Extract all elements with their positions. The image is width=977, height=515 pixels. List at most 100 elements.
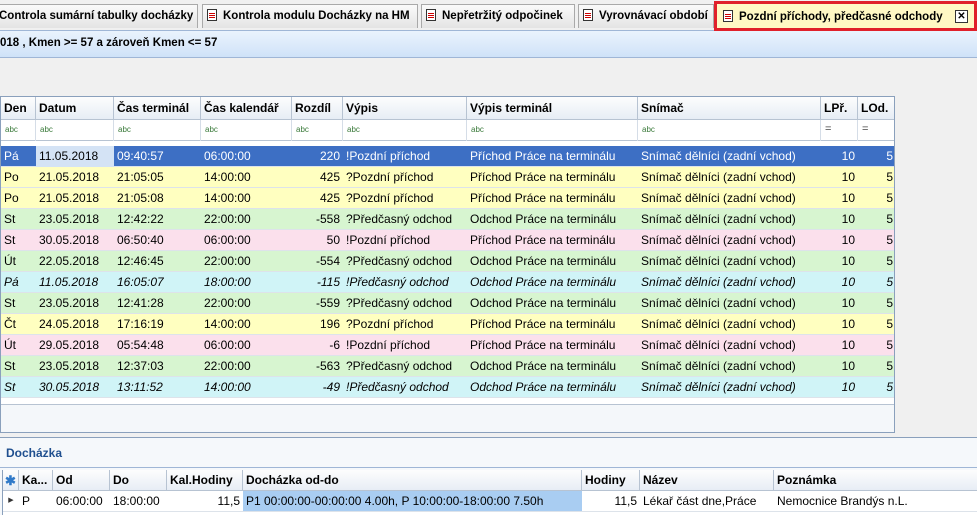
filter-cell-rozdil[interactable]: abc [292,120,343,141]
cell-vypis: ?Předčasný odchod [346,212,453,226]
cell-vypis: !Předčasný odchod [346,275,449,289]
filter-cell-vypis-terminal[interactable]: abc [467,120,638,141]
tab-label: Vyrovnávací období [599,10,708,22]
filter-cell-snimac[interactable]: abc [638,120,821,141]
table-row[interactable]: Pá 11.05.2018 09:40:57 06:00:00 220 !Pozdní p… [1,146,894,167]
cell-od: 06:00:00 [56,494,103,508]
cell-rozdil: -563 [315,359,340,373]
cell-rozdil: -49 [322,380,340,394]
table-row[interactable]: Po 21.05.2018 21:05:05 14:00:00 425 ?Pozdní p… [1,167,894,188]
cell-rozdil: 425 [319,170,340,184]
tab-label: Controla sumární tabulky docházky [0,10,194,22]
cell-vypis: ?Pozdní příchod [346,317,434,331]
table-row[interactable]: Út 22.05.2018 12:46:45 22:00:00 -554 ?Předčas… [1,251,894,272]
cell-vypis-terminal: Odchod Práce na terminálu [470,254,617,268]
cell-cas-terminal: 21:05:08 [117,191,164,205]
cell-vypis-terminal: Příchod Práce na terminálu [470,149,616,163]
dochazka-grid: ✱ Ka... Od Do Kal.Hodiny Docházka od-do … [2,470,977,515]
column-header-poznamka[interactable]: Poznámka [774,470,977,491]
cell-lod: 5 [886,296,893,310]
column-header-lod[interactable]: LOd. [858,97,894,120]
cell-vypis: ?Pozdní příchod [346,191,434,205]
cell-lpr: 10 [841,359,855,373]
cell-rozdil: 220 [319,149,340,163]
cell-rozdil: -559 [315,296,340,310]
cell-vypis: ?Předčasný odchod [346,296,453,310]
cell-den: St [4,380,16,394]
cell-snimac: Snímač dělníci (zadní vchod) [641,254,796,268]
filter-cell-datum[interactable]: abc [36,120,114,141]
table-row[interactable]: Pá 11.05.2018 16:05:07 18:00:00 -115 !Předčas… [1,272,894,293]
cell-cas-kalendar: 06:00:00 [204,149,251,163]
cell-vypis: !Pozdní příchod [346,338,431,352]
tab-nepretrzity-odpocinek[interactable]: Nepřetržitý odpočinek [421,4,575,28]
table-row[interactable]: Čt 24.05.2018 17:16:19 14:00:00 196 ?Pozdní p… [1,314,894,335]
column-header-kal-hodiny[interactable]: Kal.Hodiny [167,470,243,491]
document-icon [426,9,436,21]
cell-lpr: 10 [841,254,855,268]
filter-cell-den[interactable]: abc [1,120,36,141]
cell-den: Út [4,338,16,352]
column-header-cas-kalendar[interactable]: Čas kalendář [201,97,292,120]
cell-rozdil: -554 [315,254,340,268]
column-header-od[interactable]: Od [53,470,110,491]
cell-rozdil: 196 [319,317,340,331]
cell-rozdil: 425 [319,191,340,205]
cell-cas-terminal: 09:40:57 [117,149,164,163]
column-header-lpr[interactable]: LPř. [821,97,858,120]
table-row[interactable]: Po 21.05.2018 21:05:08 14:00:00 425 ?Pozdní p… [1,188,894,209]
cell-vypis: ?Předčasný odchod [346,359,453,373]
tab-controla-sumarni[interactable]: Controla sumární tabulky docházky [0,4,198,28]
table-row[interactable]: St 23.05.2018 12:41:28 22:00:00 -559 ?Předčas… [1,293,894,314]
document-icon [583,9,593,21]
column-header-snimac[interactable]: Snímač [638,97,821,120]
row-pointer-icon: ▶ [8,497,14,504]
cell-do: 18:00:00 [113,494,160,508]
tab-kontrola-modulu[interactable]: Kontrola modulu Docházky na HM [202,4,418,28]
table-row[interactable]: St 23.05.2018 12:37:03 22:00:00 -563 ?Předčas… [1,356,894,377]
cell-cas-terminal: 13:11:52 [117,380,163,394]
column-header-ka[interactable]: Ka... [19,470,53,491]
cell-snimac: Snímač dělníci (zadní vchod) [641,275,796,289]
cell-cas-kalendar: 18:00:00 [204,275,251,289]
tab-strip: Controla sumární tabulky docházky Kontro… [0,0,977,31]
filter-cell-cas-terminal[interactable]: abc [114,120,201,141]
cell-den: Pá [4,275,19,289]
tab-pozdni-prichody[interactable]: Pozdní příchody, předčasné odchody ✕ [714,1,977,31]
column-header-nazev[interactable]: Název [640,470,774,491]
cell-snimac: Snímač dělníci (zadní vchod) [641,233,796,247]
table-row[interactable]: Út 29.05.2018 05:54:48 06:00:00 -6 !Pozdní př… [1,335,894,356]
column-header-vypis-terminal[interactable]: Výpis terminál [467,97,638,120]
table-row[interactable]: St 30.05.2018 13:11:52 14:00:00 -49 !Předčasn… [1,377,894,398]
table-row[interactable]: St 23.05.2018 12:42:22 22:00:00 -558 ?Předčas… [1,209,894,230]
cell-lod: 5 [886,254,893,268]
column-header-rozdil[interactable]: Rozdíl [292,97,343,120]
close-icon[interactable]: ✕ [955,10,968,23]
column-header-datum[interactable]: Datum [36,97,114,120]
cell-vypis: ?Pozdní příchod [346,170,434,184]
column-header-vypis[interactable]: Výpis [343,97,467,120]
cell-lod: 5 [886,212,893,226]
new-row-icon[interactable]: ✱ [3,470,19,491]
tab-vyrovnavaci-obdobi[interactable]: Vyrovnávací období [578,4,714,28]
column-header-den[interactable]: Den [1,97,36,120]
filter-cell-lod[interactable]: = [858,120,894,141]
cell-lod: 5 [886,380,893,394]
cell-datum: 23.05.2018 [39,212,100,226]
cell-lpr: 10 [841,380,855,394]
column-header-hodiny[interactable]: Hodiny [582,470,640,491]
filter-cell-lpr[interactable]: = [821,120,858,141]
column-header-do[interactable]: Do [110,470,167,491]
filter-text: 018 , Kmen >= 57 a zároveň Kmen <= 57 [0,37,218,49]
cell-datum: 30.05.2018 [39,233,100,247]
cell-den: St [4,212,16,226]
filter-cell-vypis[interactable]: abc [343,120,467,141]
table-row[interactable]: St 30.05.2018 06:50:40 06:00:00 50 !Pozdní př… [1,230,894,251]
column-header-dochazka-od-do[interactable]: Docházka od-do [243,470,582,491]
cell-vypis-terminal: Příchod Práce na terminálu [470,233,616,247]
dochazka-row[interactable]: ▶ P 06:00:00 18:00:00 11,5 P1 00:00:00-0… [3,491,977,512]
cell-den: Pá [4,149,19,163]
column-header-cas-terminal[interactable]: Čas terminál [114,97,201,120]
filter-cell-cas-kalendar[interactable]: abc [201,120,292,141]
cell-snimac: Snímač dělníci (zadní vchod) [641,296,796,310]
